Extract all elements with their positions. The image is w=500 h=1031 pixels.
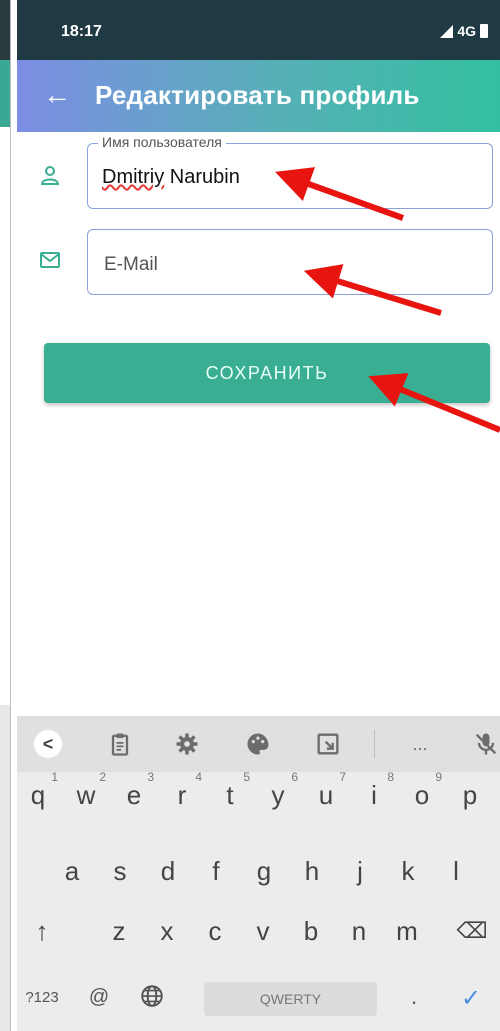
globe-icon[interactable] xyxy=(139,983,165,1009)
key-m[interactable]: m xyxy=(389,916,425,947)
back-arrow-icon[interactable]: ← xyxy=(43,80,71,110)
key-r[interactable]: r4 xyxy=(164,770,202,811)
status-bar: 18:17 4G xyxy=(17,0,500,60)
more-icon[interactable]: ... xyxy=(406,730,434,758)
symbols-key[interactable]: ?123 xyxy=(21,989,63,1006)
key-f[interactable]: f xyxy=(198,856,234,887)
network-indicator: 4G xyxy=(440,23,488,39)
network-type: 4G xyxy=(457,23,476,39)
clipboard-icon[interactable] xyxy=(106,730,134,758)
key-j[interactable]: j xyxy=(342,856,378,887)
key-b[interactable]: b xyxy=(293,916,329,947)
key-k[interactable]: k xyxy=(390,856,426,887)
key-z[interactable]: z xyxy=(101,916,137,947)
email-placeholder: E-Mail xyxy=(104,254,158,275)
key-n[interactable]: n xyxy=(341,916,377,947)
page-title: Редактировать профиль xyxy=(95,80,420,110)
at-key[interactable]: @ xyxy=(84,986,114,1009)
battery-icon xyxy=(480,24,488,38)
screen-mode-icon[interactable] xyxy=(314,730,342,758)
key-l[interactable]: l xyxy=(438,856,474,887)
username-label: Имя пользователя xyxy=(98,134,226,150)
key-a[interactable]: a xyxy=(54,856,90,887)
shift-key[interactable]: ↑ xyxy=(24,916,60,947)
palette-icon[interactable] xyxy=(244,730,272,758)
key-q[interactable]: q1 xyxy=(20,770,58,811)
key-y[interactable]: y6 xyxy=(260,770,299,811)
key-o[interactable]: o9 xyxy=(404,770,442,811)
username-field[interactable]: Имя пользователя Dmitriy Narubin xyxy=(87,134,493,209)
keyboard-toolbar: < ... xyxy=(17,716,500,772)
key-h[interactable]: h xyxy=(294,856,330,887)
soft-keyboard: < ... q 1 w 2 e 3 r 4 t 5 y 6 u 7 i 8 o … xyxy=(17,716,500,1031)
key-w[interactable]: w2 xyxy=(68,770,106,811)
status-time: 18:17 xyxy=(61,23,102,40)
key-i[interactable]: i8 xyxy=(356,770,394,811)
adjacent-screen-edge xyxy=(0,0,11,1031)
key-e[interactable]: e3 xyxy=(116,770,154,811)
chevron-left-icon[interactable]: < xyxy=(34,730,62,758)
key-v[interactable]: v xyxy=(245,916,281,947)
gear-icon[interactable] xyxy=(173,730,201,758)
toolbar-divider xyxy=(374,730,375,758)
key-d[interactable]: d xyxy=(150,856,186,887)
person-icon xyxy=(40,166,60,185)
key-u[interactable]: u7 xyxy=(308,770,346,811)
email-field[interactable]: E-Mail xyxy=(87,229,493,295)
backspace-icon[interactable]: ⌫ xyxy=(454,918,490,944)
mail-icon xyxy=(40,252,60,268)
space-key[interactable]: QWERTY xyxy=(204,982,377,1016)
period-key[interactable]: . xyxy=(404,984,424,1010)
key-t[interactable]: t5 xyxy=(212,770,250,811)
key-c[interactable]: c xyxy=(197,916,233,947)
save-button[interactable]: СОХРАНИТЬ xyxy=(44,343,490,403)
mic-off-icon[interactable] xyxy=(472,730,500,758)
username-value: Dmitriy Narubin xyxy=(102,166,240,188)
key-x[interactable]: x xyxy=(149,916,185,947)
divider xyxy=(10,0,11,1031)
key-g[interactable]: g xyxy=(246,856,282,887)
phone-screen: 18:17 4G ← Редактировать профиль Имя пол… xyxy=(17,0,500,1031)
signal-icon xyxy=(440,24,454,38)
key-s[interactable]: s xyxy=(102,856,138,887)
key-p[interactable]: p xyxy=(452,780,488,811)
enter-check-icon[interactable]: ✓ xyxy=(457,984,485,1013)
app-bar: ← Редактировать профиль xyxy=(17,60,500,132)
